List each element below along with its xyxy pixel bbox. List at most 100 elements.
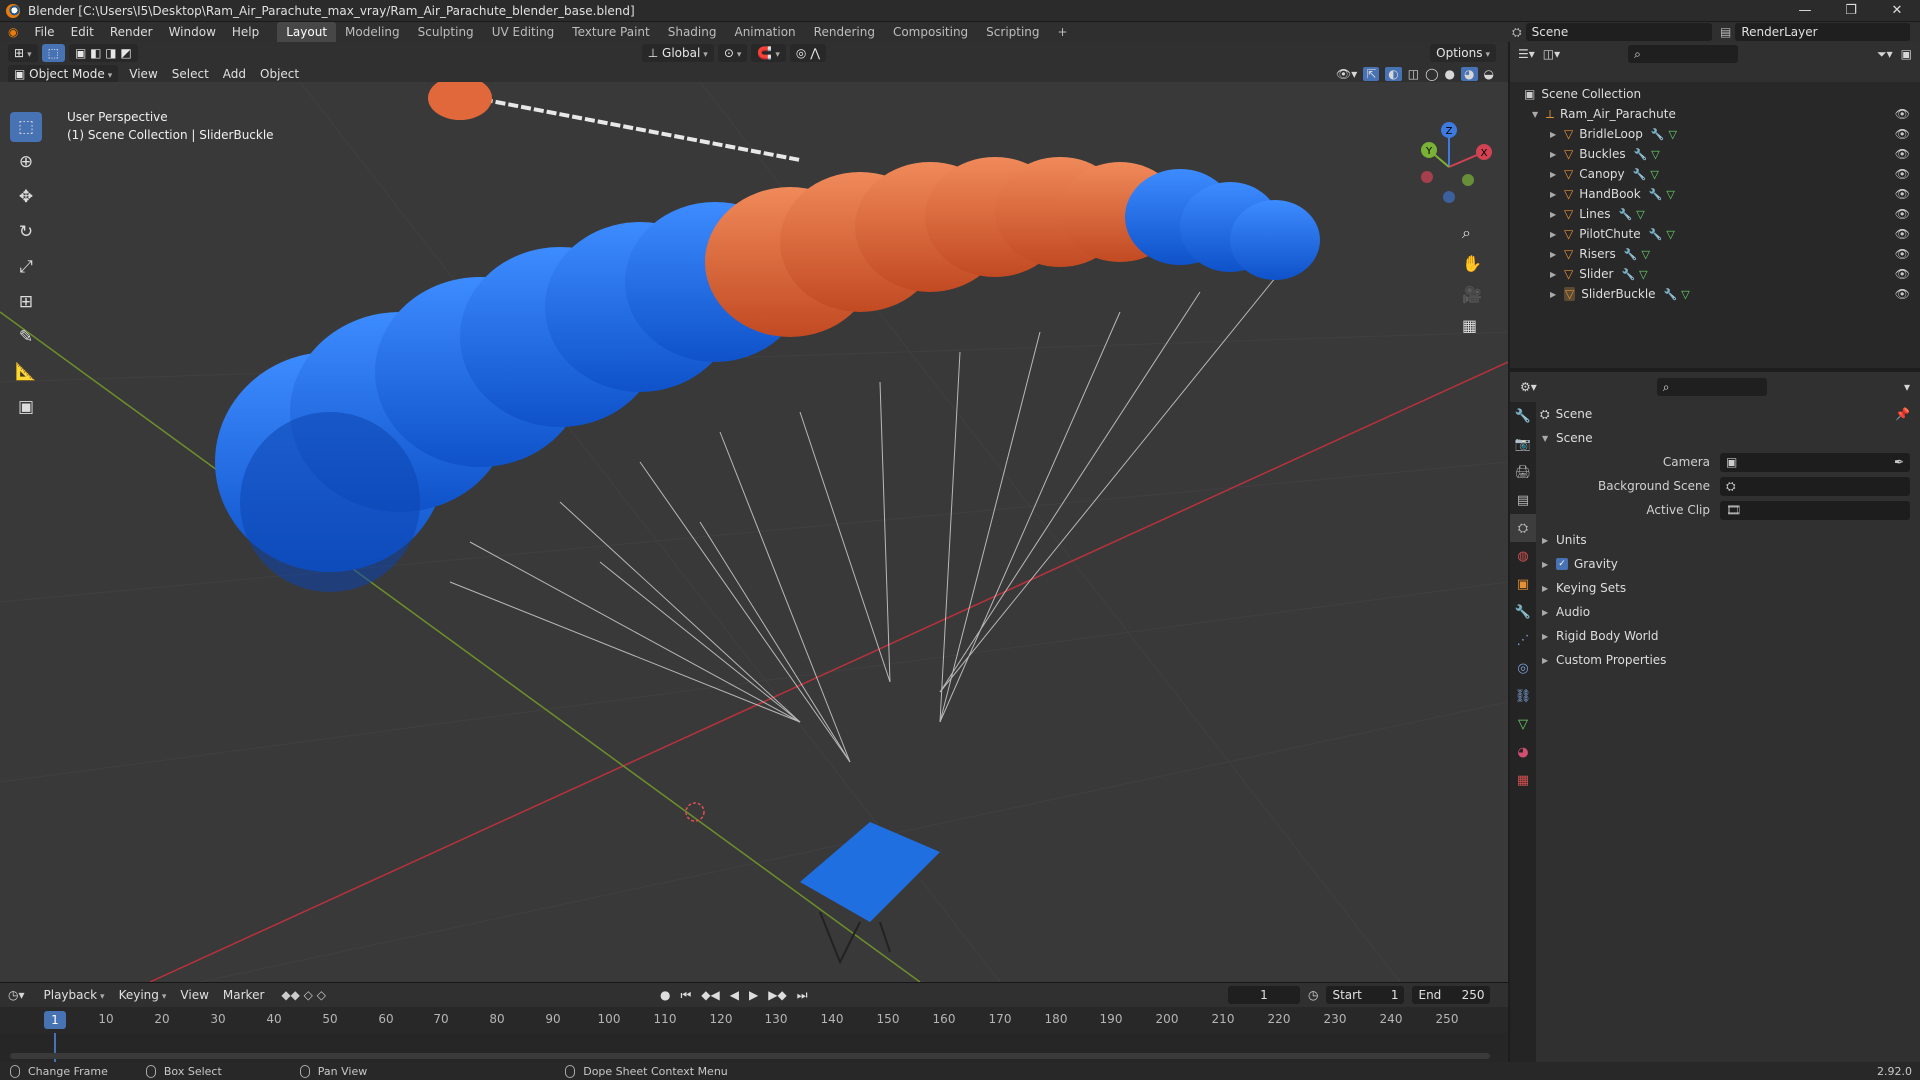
move-tool-icon[interactable]: ✥ — [10, 182, 42, 212]
texture-tab-icon[interactable]: ▦ — [1510, 766, 1536, 794]
expand-triangle-icon[interactable]: ▶ — [1542, 608, 1556, 617]
expand-triangle-icon[interactable]: ▶ — [1550, 190, 1564, 199]
mesh-data-icon[interactable]: ▽ — [1669, 128, 1677, 141]
outliner-item-risers[interactable]: ▶ ▽ Risers 🔧 ▽ 👁 — [1510, 244, 1920, 264]
tab-compositing[interactable]: Compositing — [884, 22, 977, 42]
world-tab-icon[interactable]: ◍ — [1510, 542, 1536, 570]
timeline-menu-playback[interactable]: Playback ▾ — [37, 988, 112, 1002]
pan-hand-icon[interactable]: ✋ — [1462, 248, 1482, 279]
visibility-eye-icon[interactable]: 👁 — [1895, 127, 1910, 141]
timeline-track-area[interactable] — [0, 1033, 1508, 1063]
outliner-item-bridleloop[interactable]: ▶ ▽ BridleLoop 🔧 ▽ 👁 — [1510, 124, 1920, 144]
panel-header-keying-sets[interactable]: ▶ Keying Sets — [1540, 576, 1918, 600]
outliner-item-lines[interactable]: ▶ ▽ Lines 🔧 ▽ 👁 — [1510, 204, 1920, 224]
annotate-tool-icon[interactable]: ✎ — [10, 322, 42, 352]
camera-view-icon[interactable]: 🎥 — [1462, 279, 1482, 310]
expand-triangle-icon[interactable]: ▼ — [1532, 110, 1546, 119]
tool-tab-icon[interactable]: 🔧 — [1510, 402, 1536, 430]
tab-sculpting[interactable]: Sculpting — [409, 22, 483, 42]
expand-triangle-icon[interactable]: ▶ — [1550, 290, 1564, 299]
editor-type-button[interactable]: ⊞ ▾ — [8, 44, 38, 62]
tab-animation[interactable]: Animation — [725, 22, 804, 42]
shading-material-icon[interactable]: ◕ — [1461, 67, 1478, 81]
modifier-wrench-icon[interactable]: 🔧 — [1649, 188, 1663, 201]
visibility-eye-icon[interactable]: 👁 — [1895, 287, 1910, 301]
close-button[interactable]: ✕ — [1874, 0, 1920, 22]
expand-triangle-icon[interactable]: ▶ — [1550, 130, 1564, 139]
modifier-wrench-icon[interactable]: 🔧 — [1634, 148, 1648, 161]
modifier-wrench-icon[interactable]: 🔧 — [1621, 268, 1635, 281]
panel-header-gravity[interactable]: ▶ ✓ Gravity — [1540, 552, 1918, 576]
rotate-tool-icon[interactable]: ↻ — [10, 217, 42, 247]
view-layer-selector[interactable]: RenderLayer — [1735, 23, 1910, 41]
gravity-checkbox[interactable]: ✓ — [1556, 558, 1568, 570]
mesh-data-icon[interactable]: ▽ — [1666, 228, 1674, 241]
snap-icon[interactable]: 🧲 ▾ — [751, 44, 786, 62]
outliner-item-pilotchute[interactable]: ▶ ▽ PilotChute 🔧 ▽ 👁 — [1510, 224, 1920, 244]
jump-end-icon[interactable]: ⏭ — [797, 988, 808, 1003]
data-tab-icon[interactable]: ▽ — [1510, 710, 1536, 738]
timeline-scrollbar[interactable] — [10, 1053, 1490, 1059]
properties-options-icon[interactable]: ▾ — [1904, 380, 1910, 394]
collapse-triangle-icon[interactable]: ▼ — [1542, 434, 1556, 443]
perspective-grid-icon[interactable]: ▦ — [1462, 310, 1482, 341]
next-keyframe-icon[interactable]: ▶◆ — [768, 988, 786, 1002]
modifier-wrench-icon[interactable]: 🔧 — [1649, 228, 1663, 241]
outliner-scene-collection[interactable]: ▣ Scene Collection — [1510, 84, 1920, 104]
cursor-tool-icon[interactable]: ⊕ — [10, 147, 42, 177]
tab-rendering[interactable]: Rendering — [805, 22, 884, 42]
timeline-menu-marker[interactable]: Marker — [216, 988, 271, 1002]
physics-tab-icon[interactable]: ◎ — [1510, 654, 1536, 682]
expand-triangle-icon[interactable]: ▶ — [1550, 150, 1564, 159]
visibility-eye-icon[interactable]: 👁 — [1895, 147, 1910, 161]
transform-orientation-select[interactable]: ⊥ Global ▾ — [641, 44, 714, 62]
proportional-edit-icon[interactable]: ◎ ⋀ — [789, 44, 827, 62]
mesh-data-icon[interactable]: ▽ — [1681, 288, 1689, 301]
frame-end-field[interactable]: End 250 — [1412, 986, 1491, 1004]
mesh-data-icon[interactable]: ▽ — [1666, 188, 1674, 201]
panel-header-units[interactable]: ▶ Units — [1540, 528, 1918, 552]
current-frame-field[interactable]: 1 — [1228, 986, 1300, 1004]
outliner-item-sliderbuckle[interactable]: ▶ ▽ SliderBuckle 🔧 ▽ 👁 — [1510, 284, 1920, 304]
menu-add[interactable]: Add — [216, 67, 253, 81]
minimize-button[interactable]: — — [1782, 0, 1828, 22]
keyframe-icons[interactable]: ◆◆ ◇ ◇ — [281, 988, 326, 1002]
modifier-wrench-icon[interactable]: 🔧 — [1619, 208, 1633, 221]
scene-tab-icon[interactable]: ⛭ — [1510, 514, 1536, 542]
frame-start-field[interactable]: Start 1 — [1326, 986, 1405, 1004]
outliner-item-handbook[interactable]: ▶ ▽ HandBook 🔧 ▽ 👁 — [1510, 184, 1920, 204]
jump-start-icon[interactable]: ⏮ — [680, 988, 691, 1003]
expand-triangle-icon[interactable]: ▶ — [1550, 270, 1564, 279]
active-clip-field[interactable]: 🎞 — [1720, 500, 1910, 520]
visibility-eye-icon[interactable]: 👁 — [1895, 207, 1910, 221]
tab-layout[interactable]: Layout — [277, 22, 337, 42]
add-workspace-icon[interactable]: + — [1049, 22, 1077, 42]
modifier-wrench-icon[interactable]: 🔧 — [1633, 168, 1647, 181]
constraints-tab-icon[interactable]: ⛓ — [1510, 682, 1536, 710]
menu-file[interactable]: File — [26, 25, 62, 39]
expand-triangle-icon[interactable]: ▶ — [1550, 210, 1564, 219]
outliner-editor-type-icon[interactable]: ☰▾ — [1518, 47, 1535, 61]
play-icon[interactable]: ▶ — [749, 988, 758, 1002]
expand-triangle-icon[interactable]: ▶ — [1550, 250, 1564, 259]
mesh-data-icon[interactable]: ▽ — [1636, 208, 1644, 221]
tab-uv-editing[interactable]: UV Editing — [483, 22, 564, 42]
select-tool-icon[interactable]: ⬚ — [41, 44, 65, 62]
use-preview-range-icon[interactable]: ◷ — [1308, 988, 1318, 1002]
scale-tool-icon[interactable]: ⤢ — [10, 252, 42, 282]
visibility-eye-icon[interactable]: 👁 — [1895, 167, 1910, 181]
outliner-item-buckles[interactable]: ▶ ▽ Buckles 🔧 ▽ 👁 — [1510, 144, 1920, 164]
timeline-menu-keying[interactable]: Keying ▾ — [112, 988, 174, 1002]
expand-triangle-icon[interactable]: ▶ — [1542, 584, 1556, 593]
camera-field[interactable]: ▣ ✒ — [1720, 452, 1910, 472]
add-cube-tool-icon[interactable]: ▣ — [10, 392, 42, 422]
shading-solid-icon[interactable]: ● — [1445, 67, 1455, 81]
menu-select[interactable]: Select — [165, 67, 216, 81]
menu-render[interactable]: Render — [102, 25, 161, 39]
menu-edit[interactable]: Edit — [63, 25, 102, 39]
navigation-gizmo[interactable]: Z X Y ⌕ ✋ 🎥 ▦ — [1404, 112, 1494, 335]
outliner-search-input[interactable]: ⌕ — [1628, 45, 1739, 63]
select-mode-icons[interactable]: ▣ ◧ ◨ ◩ — [68, 44, 138, 62]
visibility-eye-icon[interactable]: 👁 — [1895, 107, 1910, 121]
display-mode-icon[interactable]: ◫▾ — [1543, 47, 1560, 61]
